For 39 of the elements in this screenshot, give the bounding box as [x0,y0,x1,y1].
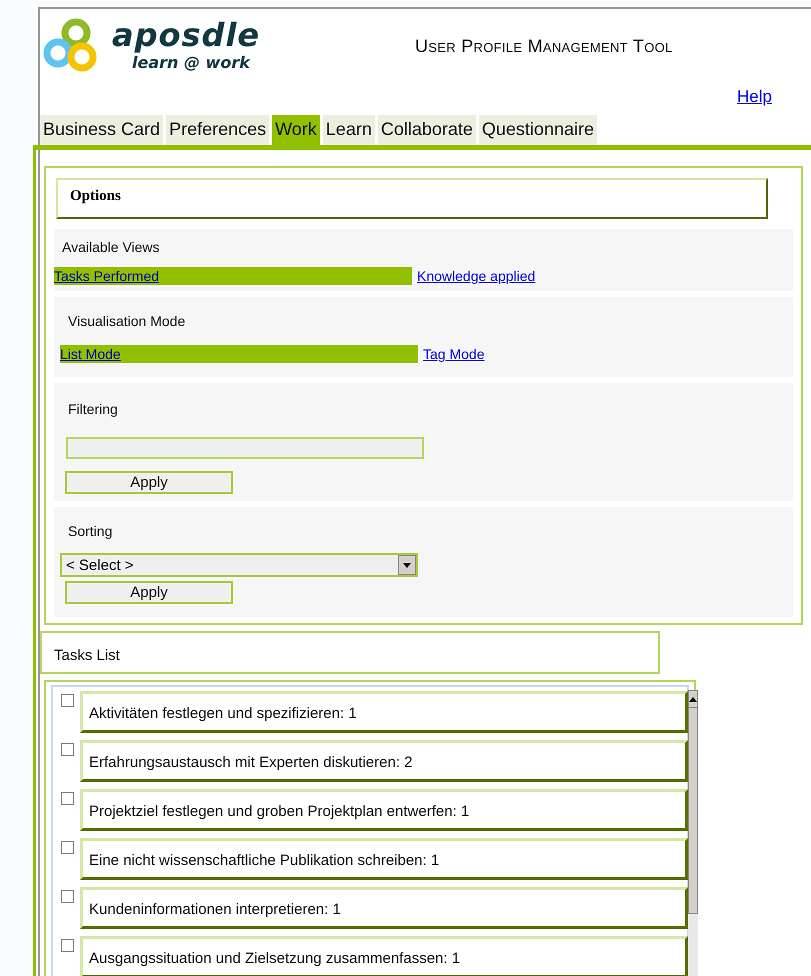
apply-button[interactable]: Apply [65,581,233,604]
scroll-up-icon [689,696,697,702]
task-item[interactable]: Ausgangssituation und Zielsetzung zusammenfassen: 1 [80,936,688,976]
app-title: User Profile Management Tool [415,36,673,57]
task-checkbox[interactable] [61,890,74,903]
filter-input[interactable] [66,437,424,459]
task-item[interactable]: Kundeninformationen interpretieren: 1 [80,887,688,929]
tab[interactable]: Preferences [166,115,270,145]
tab[interactable]: Business Card [40,115,164,145]
section-label: Sorting [68,523,112,539]
tasks-list-heading: Tasks List [40,631,660,674]
apply-button[interactable]: Apply [65,471,233,494]
task-checkbox[interactable] [61,939,74,952]
tab[interactable]: Learn [322,115,375,145]
task-checkbox[interactable] [61,792,74,805]
tab[interactable]: Collaborate [378,115,476,145]
task-item[interactable]: Erfahrungsaustausch mit Experten diskutieren: 2 [80,740,688,782]
task-item[interactable]: Projektziel festlegen und groben Projektplan entwerfen: 1 [80,789,688,831]
scrollbar[interactable] [688,690,698,976]
options-heading: Options [56,178,768,219]
task-checkbox[interactable] [61,743,74,756]
task-checkbox[interactable] [61,694,74,707]
view-link[interactable]: Knowledge applied [417,267,536,285]
section-label: Visualisation Mode [68,313,186,329]
logo-tagline: learn @ work [132,53,252,72]
tab[interactable]: Work [272,115,320,145]
section-label: Filtering [68,401,118,417]
tab[interactable]: Questionnaire [478,115,597,145]
logo-wordmark: aposdle [112,17,260,53]
task-item[interactable]: Aktivitäten festlegen und spezifizieren: 1 [80,691,688,733]
mode-link[interactable]: List Mode [60,345,418,363]
task-checkbox[interactable] [61,841,74,854]
section-label: Available Views [62,239,160,255]
sort-select[interactable]: < Select > [60,553,418,577]
mode-link[interactable]: Tag Mode [423,345,484,363]
view-link[interactable]: Tasks Performed [54,267,412,285]
dropdown-arrow-icon [403,562,411,568]
help-link[interactable]: Help [737,87,772,107]
task-item[interactable]: Eine nicht wissenschaftliche Publikation schreiben: 1 [80,838,688,880]
